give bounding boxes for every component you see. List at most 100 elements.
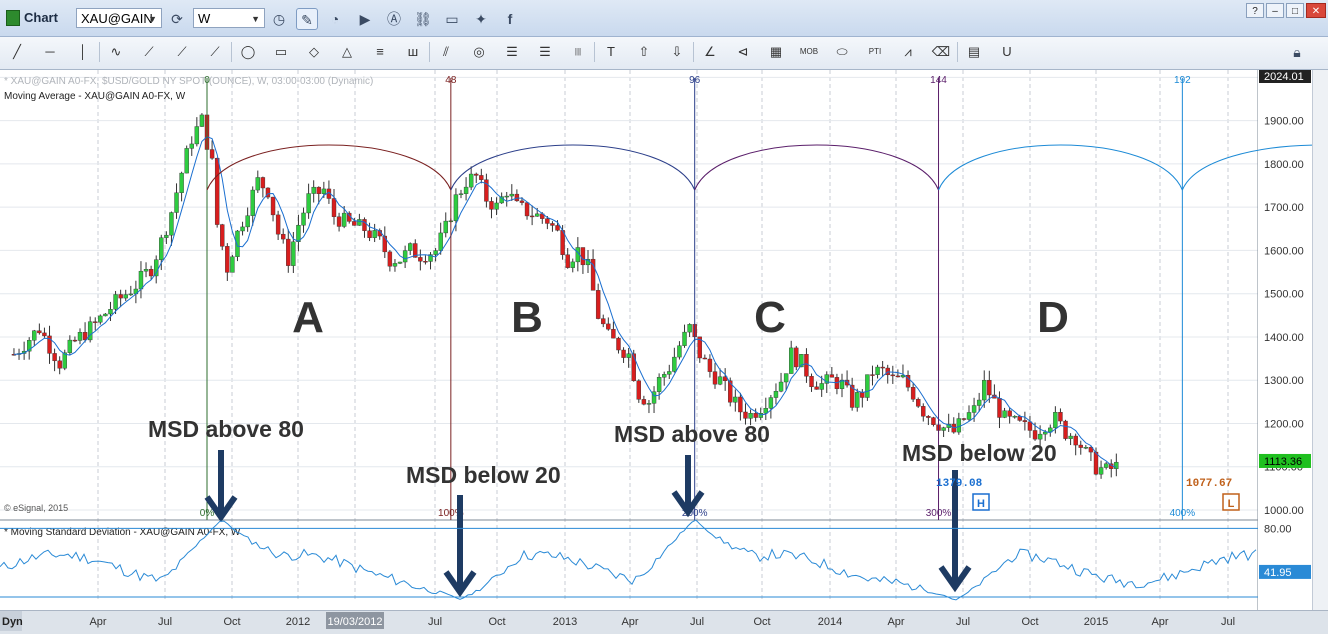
circles-tool[interactable]: ◎ (468, 41, 490, 63)
candle-body (209, 149, 215, 159)
dyn-label: Dyn (2, 616, 23, 628)
twitter-icon[interactable]: ✦ (470, 8, 492, 30)
candle-body (819, 383, 824, 390)
ray-tool[interactable]: ⊲ (732, 41, 754, 63)
symbol-input[interactable]: XAU@GAIN ▼ (76, 8, 162, 28)
chevron-down-icon[interactable]: ▼ (148, 9, 157, 29)
ellipse-tool[interactable]: ◯ (237, 41, 259, 63)
eraser-tool[interactable]: ⌫ (930, 41, 952, 63)
chart-header: * XAU@GAIN A0-FX, $USD/GOLD NY SPOT (OUN… (4, 76, 373, 87)
candle-body (184, 148, 189, 174)
cycle-lines-tool[interactable]: ||| (567, 41, 589, 63)
minimize-button[interactable]: – (1266, 3, 1284, 18)
candle-body (601, 318, 606, 325)
time-tick-label: Apr (89, 616, 106, 628)
fib-retracement-tool[interactable]: ☰ (501, 41, 523, 63)
time-tick-label: Apr (1151, 616, 1168, 628)
candle-body (372, 230, 377, 238)
time-tick-label: Jul (428, 616, 442, 628)
low-value-label: 1077.67 (1186, 478, 1232, 490)
candle-body (392, 263, 398, 267)
maximize-button[interactable]: □ (1286, 3, 1304, 18)
grid-tool[interactable]: ▦ (765, 41, 787, 63)
candle-body (468, 173, 474, 188)
time-tick-label: 2013 (553, 616, 577, 628)
chevron-down-icon[interactable]: ▼ (251, 9, 260, 29)
candle-body (1042, 431, 1048, 435)
candle-body (616, 337, 621, 351)
candle-body (108, 309, 113, 315)
arrow-down-tool[interactable]: ⇩ (666, 41, 688, 63)
object-manager-tool[interactable]: ▤ (963, 41, 985, 63)
annotation-text: MSD above 80 (148, 416, 304, 442)
cycle-arc (694, 144, 939, 191)
candle-body (286, 238, 291, 266)
diamond-tool[interactable]: ◇ (303, 41, 325, 63)
pencil-icon[interactable]: ✎ (296, 8, 318, 30)
price-tick-label: 1400.00 (1264, 332, 1304, 344)
candle-body (1022, 420, 1028, 423)
annotation-text: MSD below 20 (406, 462, 561, 488)
candle-body (880, 366, 885, 369)
gann-fan-tool[interactable]: ⟋ (138, 41, 160, 63)
play-icon[interactable]: ▶ (354, 8, 376, 30)
help-button[interactable]: ? (1246, 3, 1264, 18)
zigzag-tool[interactable]: ⩘ (897, 41, 919, 63)
magnet-tool[interactable]: U (996, 41, 1018, 63)
candle-body (712, 371, 718, 385)
title-bar: Chart XAU@GAIN ▼ ⟳ W ▼ ◷ ✎ ◔ ▶ Ⓐ ⛓ ▭ ✦ f… (0, 0, 1328, 37)
parallel-lines-tool[interactable]: ⫽ (435, 41, 457, 63)
text-tool[interactable]: T (600, 41, 622, 63)
lock-icon[interactable]: 🔒︎ (1286, 41, 1308, 63)
candle-body (93, 321, 98, 323)
arrow-up-tool[interactable]: ⇧ (633, 41, 655, 63)
interval-input[interactable]: W ▼ (193, 8, 265, 28)
vertical-line-tool[interactable]: │ (72, 41, 94, 63)
candle-body (982, 379, 987, 401)
clock-icon[interactable]: ◷ (268, 8, 290, 30)
rectangle-tool[interactable]: ▭ (270, 41, 292, 63)
candle-body (519, 200, 525, 203)
horizontal-line-tool[interactable]: ─ (39, 41, 61, 63)
link-icon[interactable]: ⛓ (412, 8, 434, 30)
candle-body (646, 403, 652, 405)
alert-a-icon[interactable]: Ⓐ (383, 8, 405, 30)
candle-body (636, 380, 641, 400)
facebook-icon[interactable]: f (499, 8, 521, 30)
candle-body (453, 194, 459, 222)
indicator-label: Moving Average - XAU@GAIN A0-FX, W (4, 91, 186, 102)
fib-fan-tool[interactable]: ⟋ (171, 41, 193, 63)
triangle-tool[interactable]: △ (336, 41, 358, 63)
refresh-icon[interactable]: ⟳ (166, 8, 188, 30)
candle-body (494, 202, 499, 210)
pitchfork-tool[interactable]: ш (402, 41, 424, 63)
candle-body (1032, 430, 1038, 440)
candle-body (423, 261, 428, 263)
pti-tool[interactable]: PTI (864, 41, 886, 63)
vertical-scrollbar[interactable] (1312, 70, 1328, 610)
candle-body (941, 427, 946, 431)
candle-body (62, 352, 67, 369)
comment-icon[interactable]: ▭ (441, 8, 463, 30)
candle-body (458, 193, 464, 195)
price-chart[interactable]: 1000.001100.001200.001300.001400.001500.… (0, 70, 1312, 610)
trendline-tool[interactable]: ╱ (6, 41, 28, 63)
candle-body (174, 192, 179, 213)
angle-tool[interactable]: ∠ (699, 41, 721, 63)
candle-body (529, 215, 535, 218)
freehand-tool[interactable]: ∿ (105, 41, 127, 63)
channel-tool[interactable]: ≡ (369, 41, 391, 63)
close-button[interactable]: ✕ (1306, 3, 1326, 18)
time-tick-label: 2012 (286, 616, 310, 628)
cycle-percent: 400% (1170, 508, 1196, 519)
label-tool[interactable]: ⬭ (831, 41, 853, 63)
mob-tool[interactable]: MOB (798, 41, 820, 63)
candle-body (626, 353, 631, 358)
toolbar-separator (594, 42, 595, 62)
speedometer-icon[interactable]: ◔ (324, 8, 346, 30)
candle-body (438, 232, 443, 251)
candle-body (164, 234, 169, 238)
fib-extension-tool[interactable]: ☰ (534, 41, 556, 63)
candle-body (631, 353, 636, 382)
speed-lines-tool[interactable]: ⟋ (204, 41, 226, 63)
